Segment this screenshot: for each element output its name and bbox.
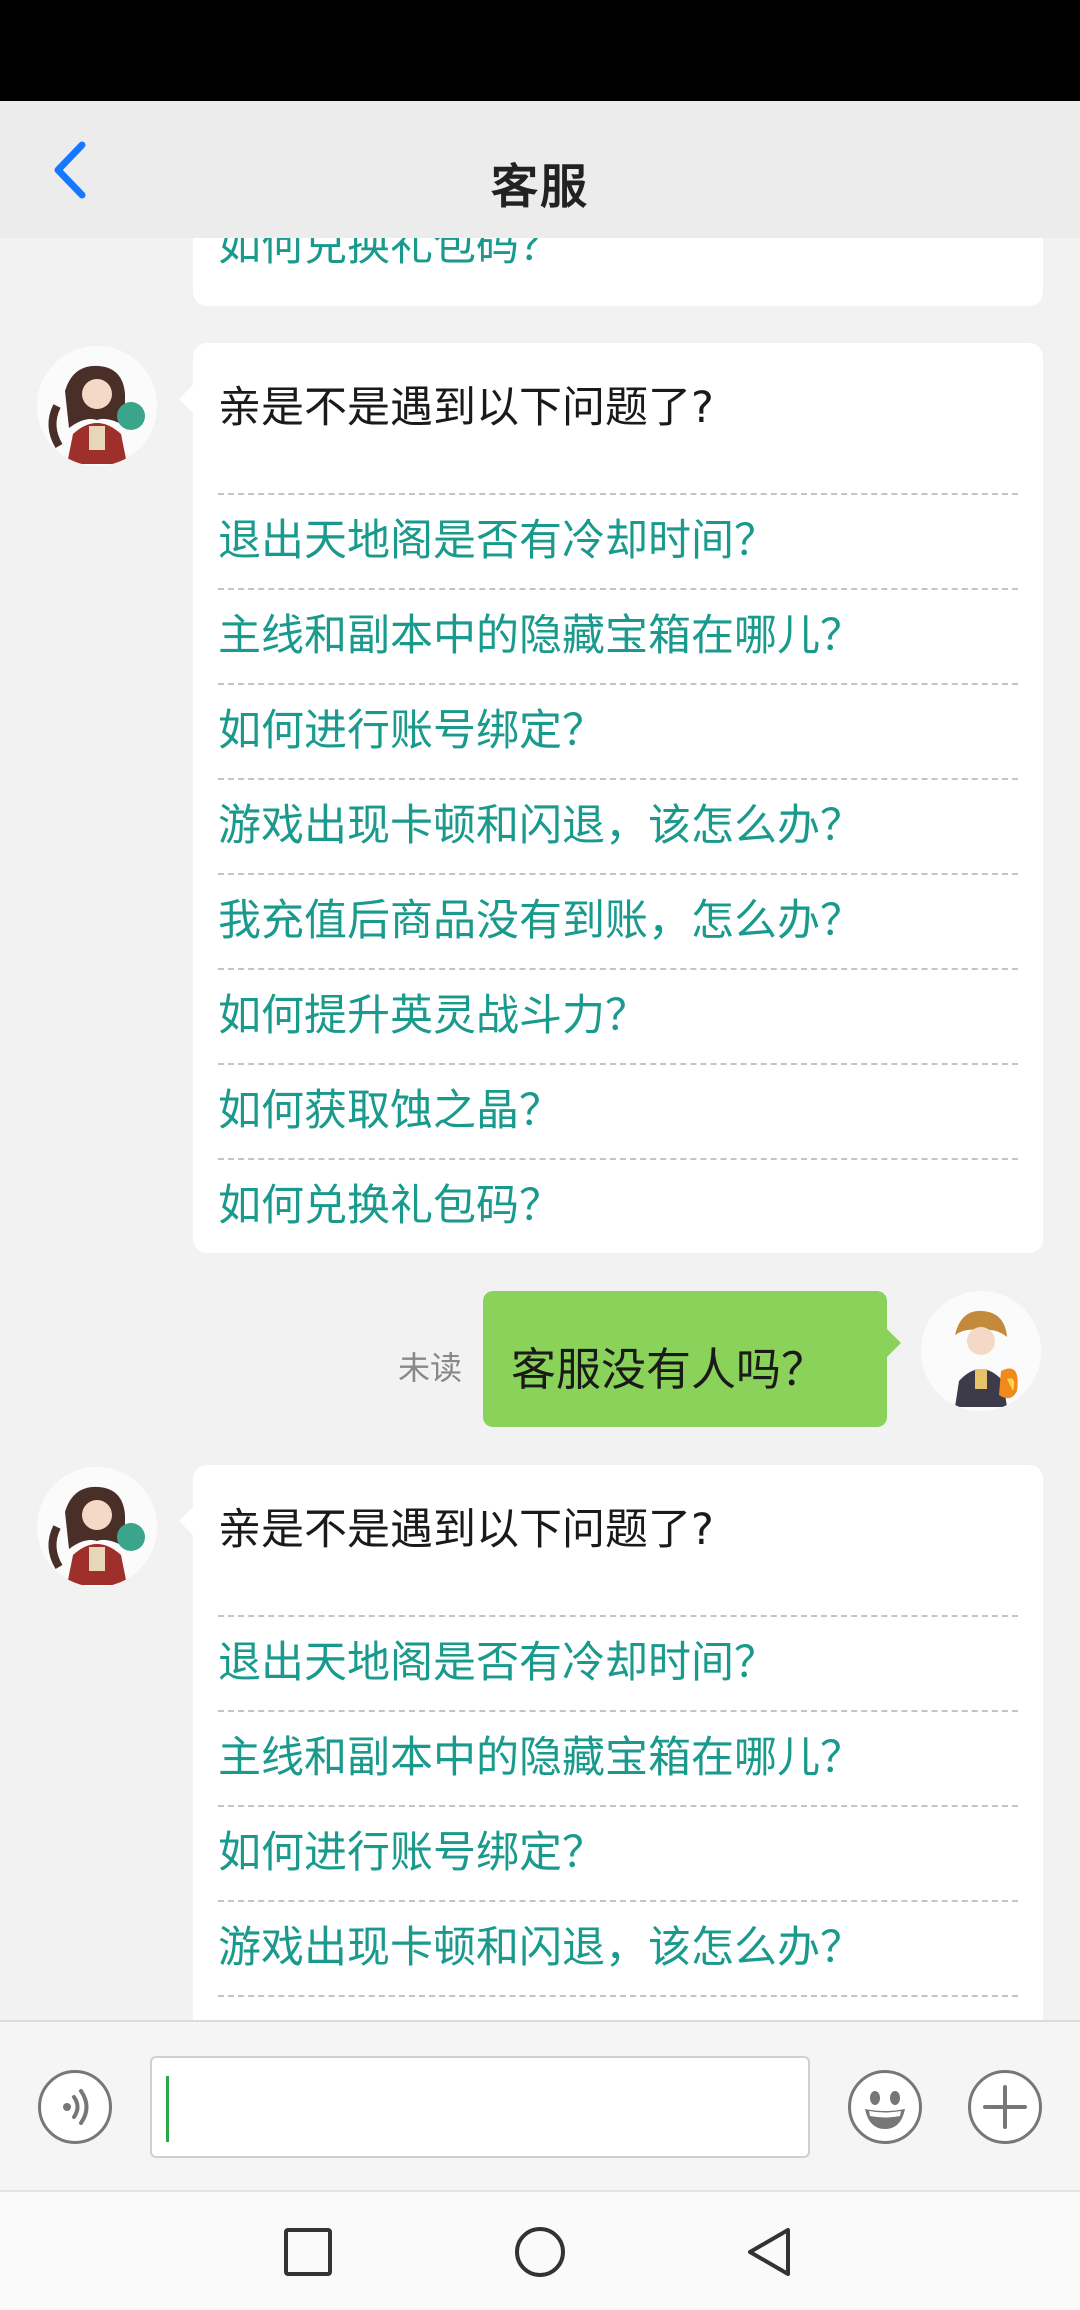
- input-bar: [0, 2020, 1080, 2190]
- back-nav-button[interactable]: [742, 2224, 798, 2280]
- page-title: 客服: [491, 160, 589, 215]
- message-title: 亲是不是遇到以下问题了?: [218, 383, 714, 433]
- user-character-icon: [921, 1291, 1041, 1411]
- agent-avatar[interactable]: [37, 1467, 157, 1587]
- agent-character-icon: [37, 1467, 157, 1587]
- voice-button[interactable]: [38, 2070, 112, 2144]
- faq-item[interactable]: 如何兑换礼包码？: [218, 1158, 1018, 1253]
- faq-item[interactable]: 主线和副本中的隐藏宝箱在哪儿？: [218, 588, 1018, 683]
- message-input[interactable]: [150, 2056, 810, 2158]
- faq-item[interactable]: 如何提升英灵战斗力？: [218, 968, 1018, 1063]
- faq-item[interactable]: 游戏出现卡顿和闪退，该怎么办？: [218, 778, 1018, 873]
- add-button[interactable]: [968, 2070, 1042, 2144]
- user-avatar[interactable]: [921, 1291, 1041, 1411]
- faq-item[interactable]: 如何进行账号绑定？: [218, 683, 1018, 778]
- header: 客服: [0, 101, 1080, 238]
- emoji-button[interactable]: [848, 2070, 922, 2144]
- previous-message-bubble: 如何兑换礼包码？: [193, 238, 1043, 306]
- faq-item[interactable]: 如何进行账号绑定？: [218, 1805, 1018, 1900]
- faq-item[interactable]: 游戏出现卡顿和闪退，该怎么办？: [218, 1900, 1018, 1995]
- faq-item[interactable]: 如何兑换礼包码？: [218, 238, 1018, 295]
- faq-item[interactable]: 退出天地阁是否有冷却时间？: [218, 493, 1018, 588]
- message-title: 亲是不是遇到以下问题了?: [218, 1505, 714, 1555]
- square-icon: [284, 2228, 332, 2276]
- faq-item[interactable]: 退出天地阁是否有冷却时间？: [218, 1615, 1018, 1710]
- user-message-bubble[interactable]: 客服没有人吗？: [483, 1291, 901, 1427]
- circle-icon: [515, 2227, 565, 2277]
- faq-item[interactable]: 如何获取蚀之晶？: [218, 1063, 1018, 1158]
- agent-avatar[interactable]: [37, 346, 157, 466]
- agent-message-bubble: 亲是不是遇到以下问题了? 退出天地阁是否有冷却时间？ 主线和副本中的隐藏宝箱在哪…: [179, 1465, 1043, 2020]
- triangle-back-icon: [748, 2228, 790, 2276]
- text-caret: [166, 2076, 169, 2142]
- home-button[interactable]: [512, 2224, 568, 2280]
- user-message-text: 客服没有人吗？: [511, 1343, 827, 1396]
- voice-icon: [63, 2089, 89, 2125]
- faq-item[interactable]: 主线和副本中的隐藏宝箱在哪儿？: [218, 1710, 1018, 1805]
- plus-icon: [983, 2085, 1027, 2129]
- agent-character-icon: [37, 346, 157, 466]
- agent-message-bubble: 亲是不是遇到以下问题了? 退出天地阁是否有冷却时间？ 主线和副本中的隐藏宝箱在哪…: [179, 343, 1043, 1253]
- system-nav-bar: [0, 2190, 1080, 2310]
- faq-item[interactable]: 我充值后商品没有到账，怎么办？: [218, 1995, 1018, 2020]
- unread-status: 未读: [398, 1349, 463, 1387]
- faq-item[interactable]: 我充值后商品没有到账，怎么办？: [218, 873, 1018, 968]
- chat-area[interactable]: 如何兑换礼包码？ 亲是不是遇到以下问题了? 退出天地阁是否有冷却时间？ 主线和副…: [0, 238, 1080, 2020]
- recents-button[interactable]: [280, 2224, 336, 2280]
- smiley-icon: [865, 2091, 905, 2129]
- status-bar: [0, 0, 1080, 101]
